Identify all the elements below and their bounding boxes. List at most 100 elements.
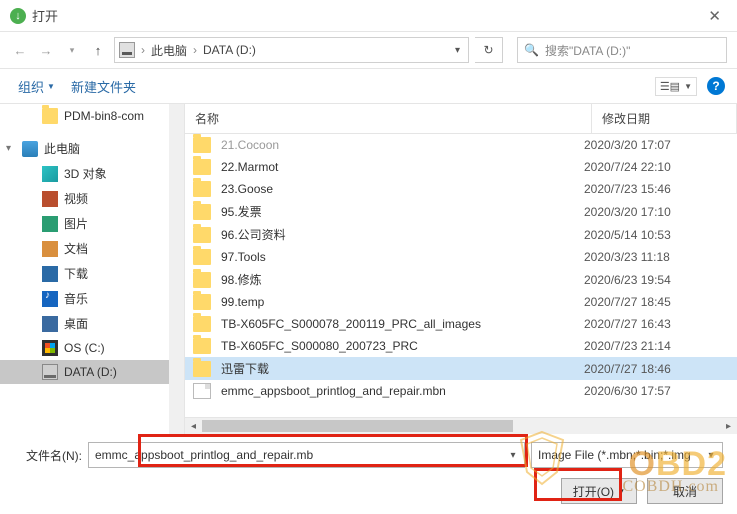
tree-item-label: 图片 — [64, 215, 88, 232]
open-button[interactable]: 打开(O) ▼ — [561, 478, 637, 504]
file-name: 98.修炼 — [221, 271, 584, 288]
filetype-select[interactable]: Image File (*.mbn;*.bin;*.img ▾ — [531, 442, 723, 468]
nav-tree[interactable]: PDM-bin8-com ▾此电脑3D 对象视频图片文档下载音乐桌面 OS (C:)… — [0, 104, 185, 434]
chevron-down-icon[interactable]: ▾ — [504, 450, 522, 461]
file-date: 2020/7/24 22:10 — [584, 160, 729, 174]
file-name: 95.发票 — [221, 203, 584, 220]
scroll-thumb[interactable] — [202, 420, 513, 432]
file-name: 迅雷下载 — [221, 360, 584, 377]
file-row[interactable]: 22.Marmot2020/7/24 22:10 — [185, 156, 737, 178]
command-bar: 组织▼ 新建文件夹 ☰▤▼ ? — [0, 68, 737, 104]
folder-icon — [193, 361, 211, 377]
file-row[interactable]: 21.Cocoon2020/3/20 17:07 — [185, 134, 737, 156]
file-date: 2020/6/30 17:57 — [584, 384, 729, 398]
tree-item[interactable]: ▾此电脑 — [0, 136, 184, 161]
address-dropdown[interactable]: ▾ — [451, 45, 464, 56]
search-input[interactable]: 🔍 搜索"DATA (D:)" — [517, 37, 727, 63]
folder-icon — [193, 316, 211, 332]
folder-icon — [193, 338, 211, 354]
file-row[interactable]: TB-X605FC_S000078_200119_PRC_all_images2… — [185, 313, 737, 335]
column-name[interactable]: 名称 — [185, 104, 592, 133]
file-row[interactable]: 95.发票2020/3/20 17:10 — [185, 200, 737, 223]
tree-item[interactable]: 视频 — [0, 186, 184, 211]
breadcrumb-drive[interactable]: DATA (D:) — [203, 43, 256, 57]
video-icon — [42, 191, 58, 207]
history-dropdown[interactable]: ▾ — [62, 40, 82, 60]
file-row[interactable]: 97.Tools2020/3/23 11:18 — [185, 246, 737, 268]
file-row[interactable]: emmc_appsboot_printlog_and_repair.mbn202… — [185, 380, 737, 402]
folder-icon — [193, 181, 211, 197]
back-button[interactable]: ← — [10, 40, 30, 60]
cancel-button[interactable]: 取消 — [647, 478, 723, 504]
file-row[interactable]: 迅雷下载2020/7/27 18:46 — [185, 357, 737, 380]
file-row[interactable]: 23.Goose2020/7/23 15:46 — [185, 178, 737, 200]
file-row[interactable]: 99.temp2020/7/27 18:45 — [185, 291, 737, 313]
view-icon: ☰▤ — [660, 80, 680, 93]
folder-icon — [193, 249, 211, 265]
app-icon: ↓ — [10, 8, 26, 24]
file-name: 22.Marmot — [221, 160, 584, 174]
dl-icon — [42, 266, 58, 282]
folder-icon — [193, 272, 211, 288]
view-options-button[interactable]: ☰▤▼ — [655, 77, 697, 96]
file-row[interactable]: 98.修炼2020/6/23 19:54 — [185, 268, 737, 291]
folder-icon — [193, 137, 211, 153]
tree-item[interactable]: 图片 — [0, 211, 184, 236]
tree-item-label: DATA (D:) — [64, 365, 117, 379]
file-row[interactable]: 96.公司资料2020/5/14 10:53 — [185, 223, 737, 246]
tree-item[interactable]: 3D 对象 — [0, 161, 184, 186]
file-date: 2020/7/23 15:46 — [584, 182, 729, 196]
column-date[interactable]: 修改日期 — [592, 104, 737, 133]
horizontal-scrollbar[interactable]: ◂ ▸ — [185, 417, 737, 434]
win-icon — [42, 340, 58, 356]
organize-menu[interactable]: 组织▼ — [12, 73, 61, 100]
tree-item-label: 文档 — [64, 240, 88, 257]
footer: 文件名(N): emmc_appsboot_printlog_and_repai… — [0, 434, 737, 514]
file-list[interactable]: 21.Cocoon2020/3/20 17:0722.Marmot2020/7/… — [185, 134, 737, 417]
scroll-right-button[interactable]: ▸ — [720, 418, 737, 435]
file-date: 2020/7/27 18:45 — [584, 295, 729, 309]
main-area: PDM-bin8-com ▾此电脑3D 对象视频图片文档下载音乐桌面 OS (C:)… — [0, 104, 737, 434]
file-name: emmc_appsboot_printlog_and_repair.mbn — [221, 384, 584, 398]
scroll-left-button[interactable]: ◂ — [185, 418, 202, 435]
doc-icon — [42, 241, 58, 257]
file-pane: 名称 修改日期 21.Cocoon2020/3/20 17:0722.Marmo… — [185, 104, 737, 434]
tree-item[interactable]: 下载 — [0, 261, 184, 286]
file-date: 2020/7/27 16:43 — [584, 317, 729, 331]
tree-item[interactable]: 文档 — [0, 236, 184, 261]
file-icon — [193, 383, 211, 399]
tree-item[interactable]: PDM-bin8-com — [0, 104, 184, 128]
tree-item[interactable]: OS (C:) — [0, 336, 184, 360]
column-headers[interactable]: 名称 修改日期 — [185, 104, 737, 134]
window-title: 打开 — [32, 6, 58, 25]
file-date: 2020/3/20 17:10 — [584, 205, 729, 219]
refresh-button[interactable]: ↻ — [475, 37, 503, 63]
titlebar: ↓ 打开 ✕ — [0, 0, 737, 32]
drive-icon — [119, 42, 135, 58]
tree-item-label: PDM-bin8-com — [64, 109, 144, 123]
close-button[interactable]: ✕ — [702, 5, 727, 27]
file-row[interactable]: TB-X605FC_S000080_200723_PRC2020/7/23 21… — [185, 335, 737, 357]
new-folder-button[interactable]: 新建文件夹 — [65, 73, 142, 100]
filename-input[interactable]: emmc_appsboot_printlog_and_repair.mb ▾ — [88, 442, 525, 468]
address-bar[interactable]: › 此电脑 › DATA (D:) ▾ — [114, 37, 469, 63]
forward-button[interactable]: → — [36, 40, 56, 60]
tree-item[interactable]: 音乐 — [0, 286, 184, 311]
tree-item[interactable]: DATA (D:) — [0, 360, 184, 384]
breadcrumb-pc[interactable]: 此电脑 — [151, 42, 187, 59]
tree-item-label: 音乐 — [64, 290, 88, 307]
help-button[interactable]: ? — [707, 77, 725, 95]
desk-icon — [42, 316, 58, 332]
chevron-down-icon[interactable]: ▾ — [702, 450, 720, 461]
disk-icon — [42, 364, 58, 380]
tree-scrollbar[interactable] — [169, 104, 184, 434]
chevron-icon: › — [193, 43, 197, 57]
file-name: 99.temp — [221, 295, 584, 309]
tree-item-label: 视频 — [64, 190, 88, 207]
tree-item[interactable]: 桌面 — [0, 311, 184, 336]
file-name: TB-X605FC_S000078_200119_PRC_all_images — [221, 317, 584, 331]
pic-icon — [42, 216, 58, 232]
up-button[interactable]: ↑ — [88, 40, 108, 60]
pc-icon — [22, 141, 38, 157]
tree-item-label: 桌面 — [64, 315, 88, 332]
